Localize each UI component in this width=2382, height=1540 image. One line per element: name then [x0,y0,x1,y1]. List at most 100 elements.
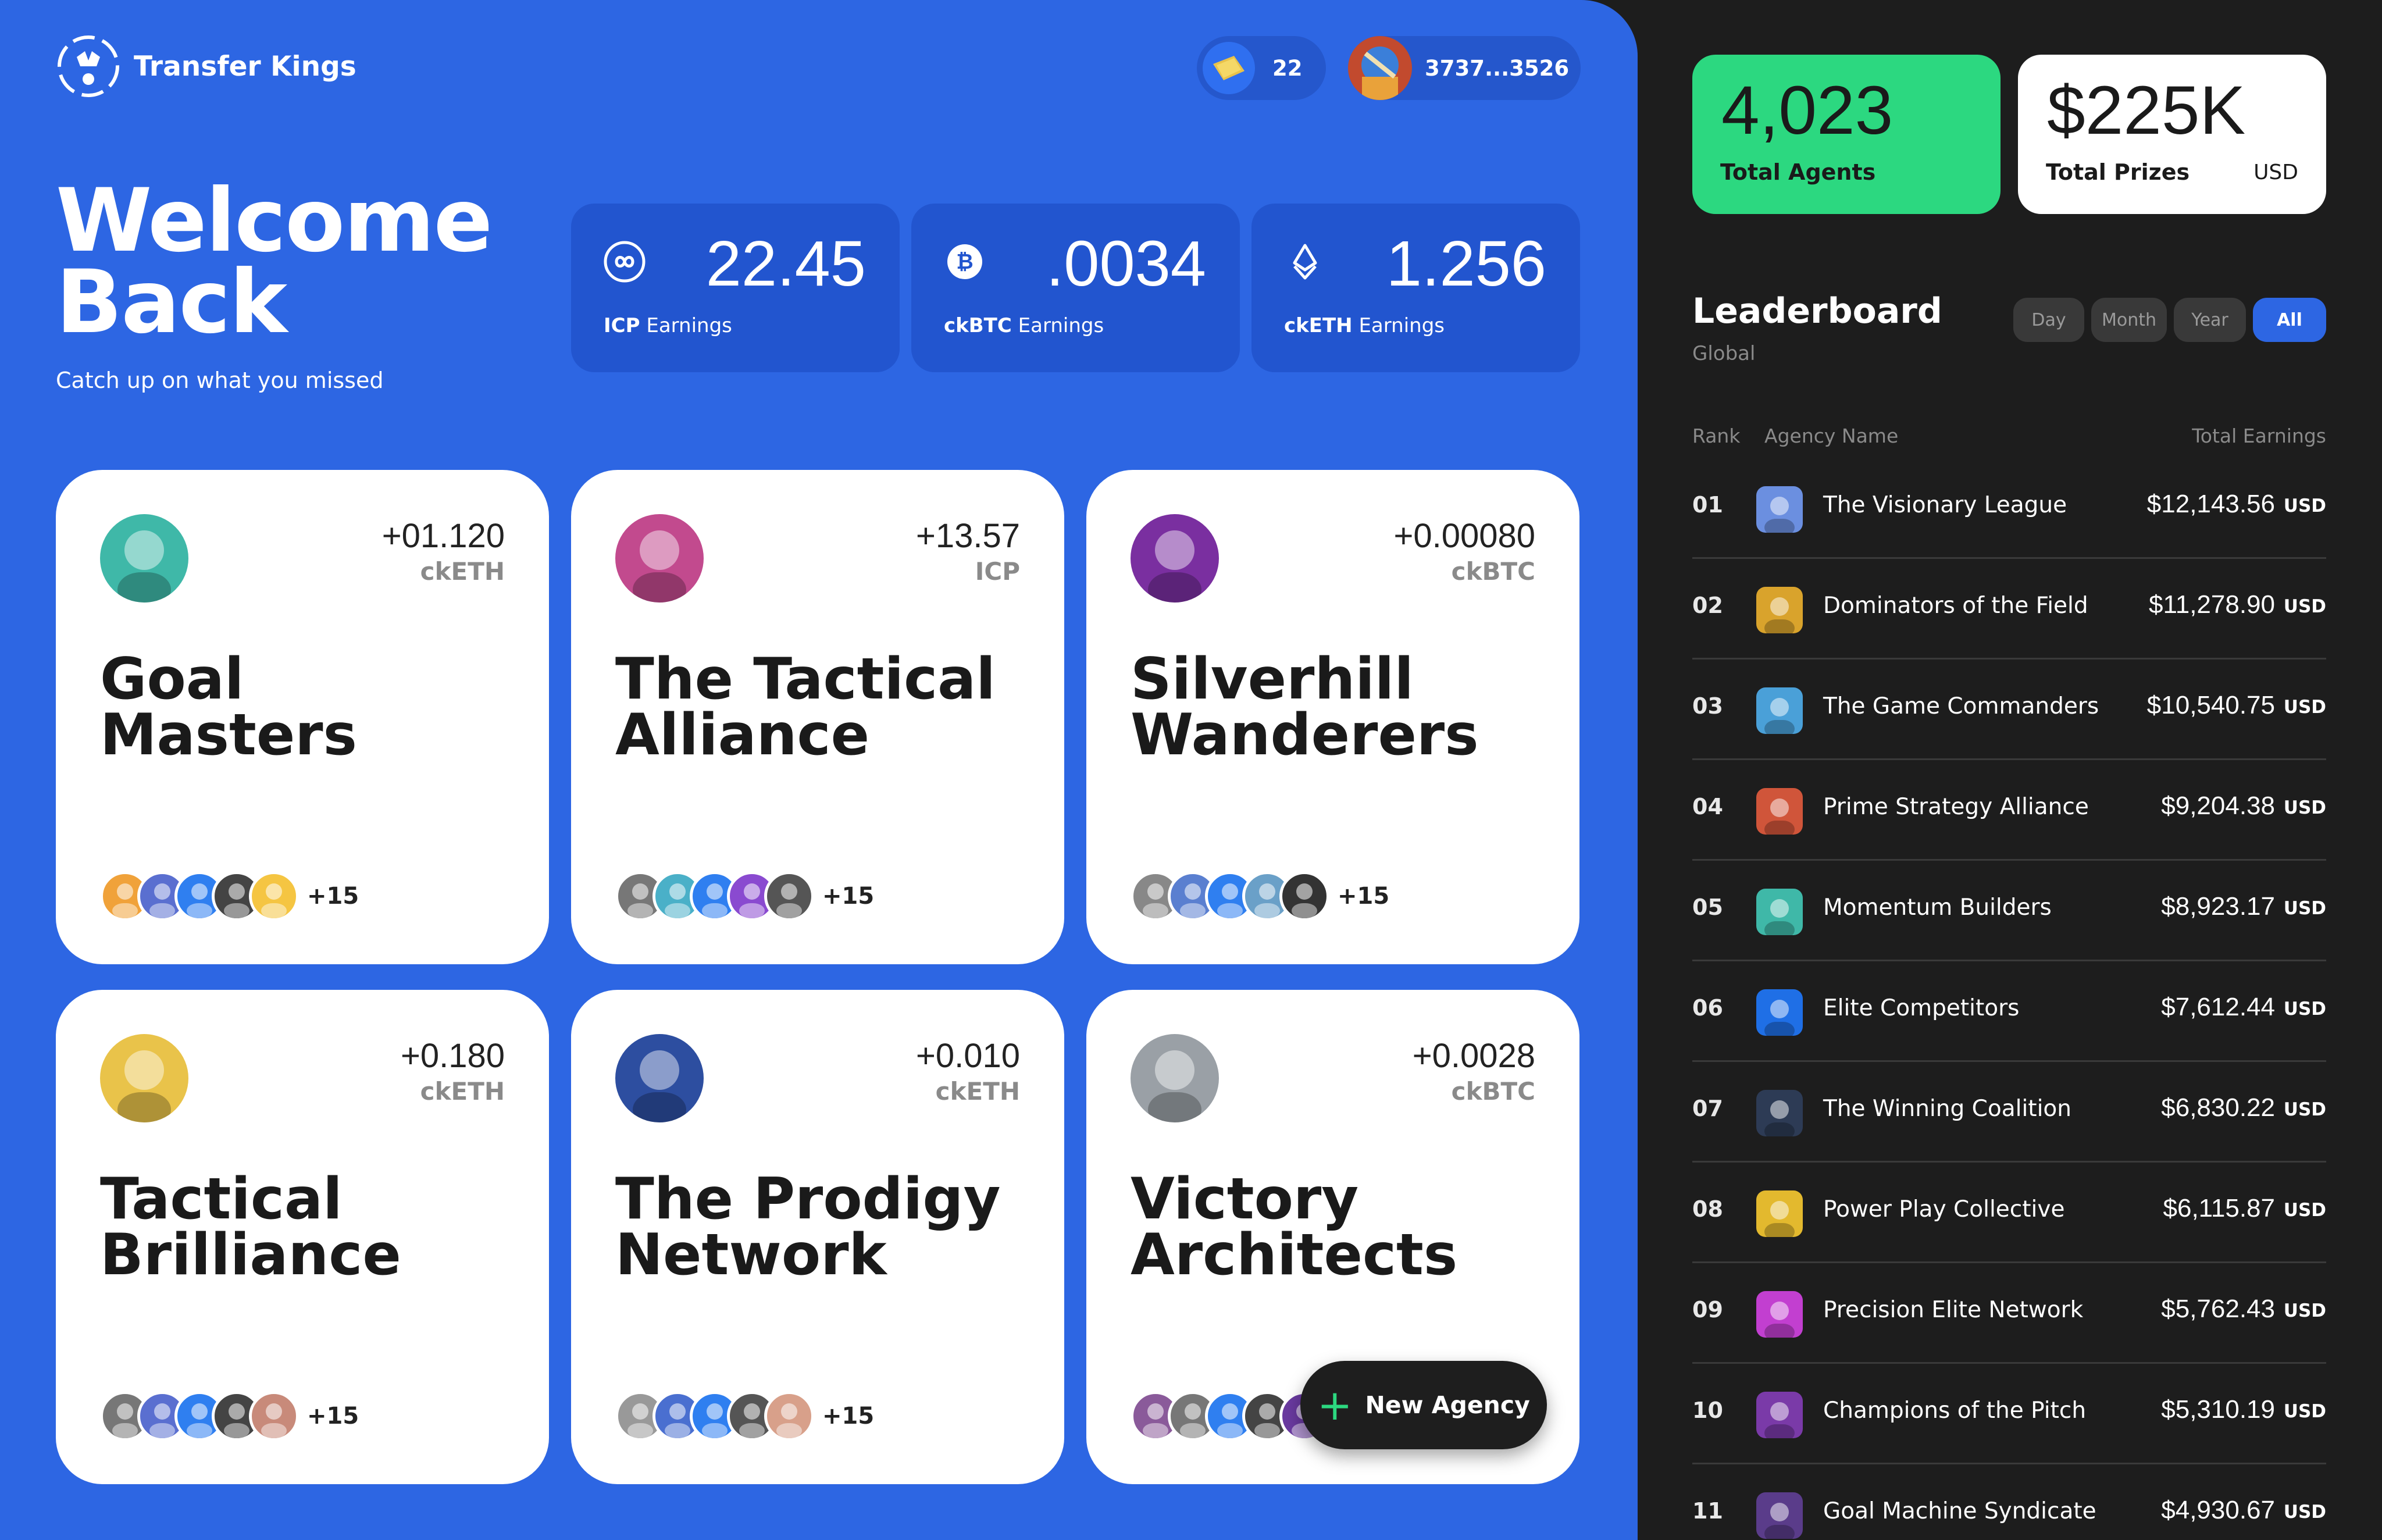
total-prizes-unit: USD [2253,161,2298,184]
leaderboard-earnings-unit: USD [2283,797,2326,818]
agency-members: +15 [1131,871,1389,921]
app-logo[interactable]: Transfer Kings [56,34,356,99]
icp-earnings-label: ICP Earnings [604,314,732,337]
leaderboard-row[interactable]: 11 Goal Machine Syndicate $4,930.67 USD [1692,1464,2326,1540]
members-more-count: +15 [1338,883,1390,910]
agency-avatar [1756,889,1803,935]
agency-avatar [1756,486,1803,533]
agency-card[interactable]: +0.00080 ckBTC Silverhill Wanderers +15 [1086,470,1579,964]
members-more-count: +15 [822,883,875,910]
agency-earnings-amount: +0.0028 [1412,1037,1535,1075]
leaderboard-agency-name: Prime Strategy Alliance [1823,794,2089,820]
leaderboard-row[interactable]: 07 The Winning Coalition $6,830.22 USD [1692,1062,2326,1163]
agency-earnings-currency: ckETH [420,1077,505,1106]
leaderboard-rank: 01 [1692,492,1723,518]
leaderboard-earnings-unit: USD [2283,1300,2326,1321]
leaderboard-row[interactable]: 01 The Visionary League $12,143.56 USD [1692,458,2326,559]
leaderboard-rank: 03 [1692,693,1723,719]
cketh-earnings-value: 1.256 [1386,228,1546,300]
tab-all[interactable]: All [2253,298,2326,342]
agency-earnings-amount: +0.180 [400,1037,505,1075]
coin-icon [1203,42,1255,94]
tab-day[interactable]: Day [2013,298,2084,342]
member-avatar [1279,871,1329,921]
members-more-count: +15 [822,1403,875,1430]
leaderboard-rank: 05 [1692,894,1723,920]
cketh-earnings-label: ckETH Earnings [1284,314,1445,337]
leaderboard-row[interactable]: 05 Momentum Builders $8,923.17 USD [1692,861,2326,961]
leaderboard-subtitle: Global [1692,342,1756,365]
agency-name: Victory Architects [1131,1166,1458,1288]
leaderboard-agency-name: Power Play Collective [1823,1196,2065,1222]
welcome-line-2: Back [56,252,287,353]
leaderboard-row[interactable]: 04 Prime Strategy Alliance $9,204.38 USD [1692,760,2326,861]
agency-name: Tactical Brilliance [100,1166,401,1288]
leaderboard-rank: 11 [1692,1498,1723,1524]
leaderboard-row[interactable]: 03 The Game Commanders $10,540.75 USD [1692,660,2326,760]
agency-earnings-currency: ckBTC [1451,557,1535,586]
member-avatar [249,871,299,921]
wallet-pill[interactable]: 3737...3526 [1348,36,1581,100]
leaderboard-agency-name: Dominators of the Field [1823,593,2088,619]
total-agents-card: 4,023 Total Agents [1692,55,2001,214]
leaderboard-earnings: $6,830.22 [2161,1093,2275,1122]
leaderboard-agency-name: Elite Competitors [1823,995,2020,1021]
leaderboard-rank: 08 [1692,1196,1723,1222]
leaderboard-row[interactable]: 09 Precision Elite Network $5,762.43 USD [1692,1263,2326,1364]
leaderboard-row[interactable]: 06 Elite Competitors $7,612.44 USD [1692,961,2326,1062]
agency-members: +15 [100,871,359,921]
agency-card[interactable]: +0.180 ckETH Tactical Brilliance +15 [56,990,549,1484]
leaderboard-agency-name: The Winning Coalition [1823,1096,2071,1122]
leaderboard-rank: 09 [1692,1297,1723,1322]
leaderboard-rank: 02 [1692,593,1723,618]
leaderboard-agency-name: Champions of the Pitch [1823,1398,2087,1424]
leaderboard-row[interactable]: 02 Dominators of the Field $11,278.90 USD [1692,559,2326,660]
main-panel: Transfer Kings 22 3737...3526 Welcome Ba… [0,0,1638,1540]
agency-avatar [1756,1291,1803,1338]
coins-pill[interactable]: 22 [1197,36,1326,100]
column-header-total-earnings: Total Earnings [2192,425,2326,447]
tab-month[interactable]: Month [2091,298,2167,342]
welcome-subtitle: Catch up on what you missed [56,368,384,393]
leaderboard-agency-name: Goal Machine Syndicate [1823,1498,2096,1524]
leaderboard-earnings-unit: USD [2283,697,2326,718]
column-header-agency-name: Agency Name [1764,425,1899,447]
agency-card[interactable]: +13.57 ICP The Tactical Alliance +15 [571,470,1064,964]
agency-card[interactable]: +01.120 ckETH Goal Masters +15 [56,470,549,964]
leaderboard-rank: 07 [1692,1096,1723,1121]
new-agency-label: New Agency [1365,1391,1530,1419]
agency-card[interactable]: +0.010 ckETH The Prodigy Network +15 [571,990,1064,1484]
agency-avatar [1756,687,1803,734]
member-avatar [764,871,814,921]
user-avatar [1348,36,1412,100]
agency-members [1131,1391,1329,1441]
agency-earnings-amount: +0.00080 [1393,517,1535,555]
icp-earnings-value: 22.45 [705,228,866,300]
agency-members: +15 [615,871,874,921]
wallet-address: 3737...3526 [1425,55,1570,81]
leaderboard-earnings: $8,923.17 [2161,892,2275,921]
leaderboard-earnings-unit: USD [2283,999,2326,1019]
leaderboard-row[interactable]: 08 Power Play Collective $6,115.87 USD [1692,1163,2326,1263]
agency-earnings-amount: +0.010 [915,1037,1020,1075]
tab-year[interactable]: Year [2174,298,2246,342]
member-avatar [249,1391,299,1441]
agency-avatar [100,1034,188,1122]
soccer-ball-logo-icon [58,35,119,97]
agency-members: +15 [615,1391,874,1441]
agency-avatar [1756,1392,1803,1438]
leaderboard-agency-name: Precision Elite Network [1823,1297,2084,1323]
leaderboard-earnings-unit: USD [2283,1200,2326,1221]
agency-avatar [1756,1090,1803,1136]
agency-avatar [615,1034,704,1122]
leaderboard-earnings: $6,115.87 [2163,1194,2275,1222]
agency-avatar [1756,989,1803,1036]
new-agency-button[interactable]: + New Agency [1300,1361,1547,1449]
member-avatar [764,1391,814,1441]
total-agents-value: 4,023 [1721,72,1894,149]
leaderboard-row[interactable]: 10 Champions of the Pitch $5,310.19 USD [1692,1364,2326,1464]
leaderboard-earnings: $5,310.19 [2161,1395,2275,1424]
ckbtc-earnings-card: ₿ .0034 ckBTC Earnings [911,204,1240,372]
total-prizes-label: Total Prizes [2046,159,2190,185]
column-header-rank: Rank [1692,425,1741,447]
